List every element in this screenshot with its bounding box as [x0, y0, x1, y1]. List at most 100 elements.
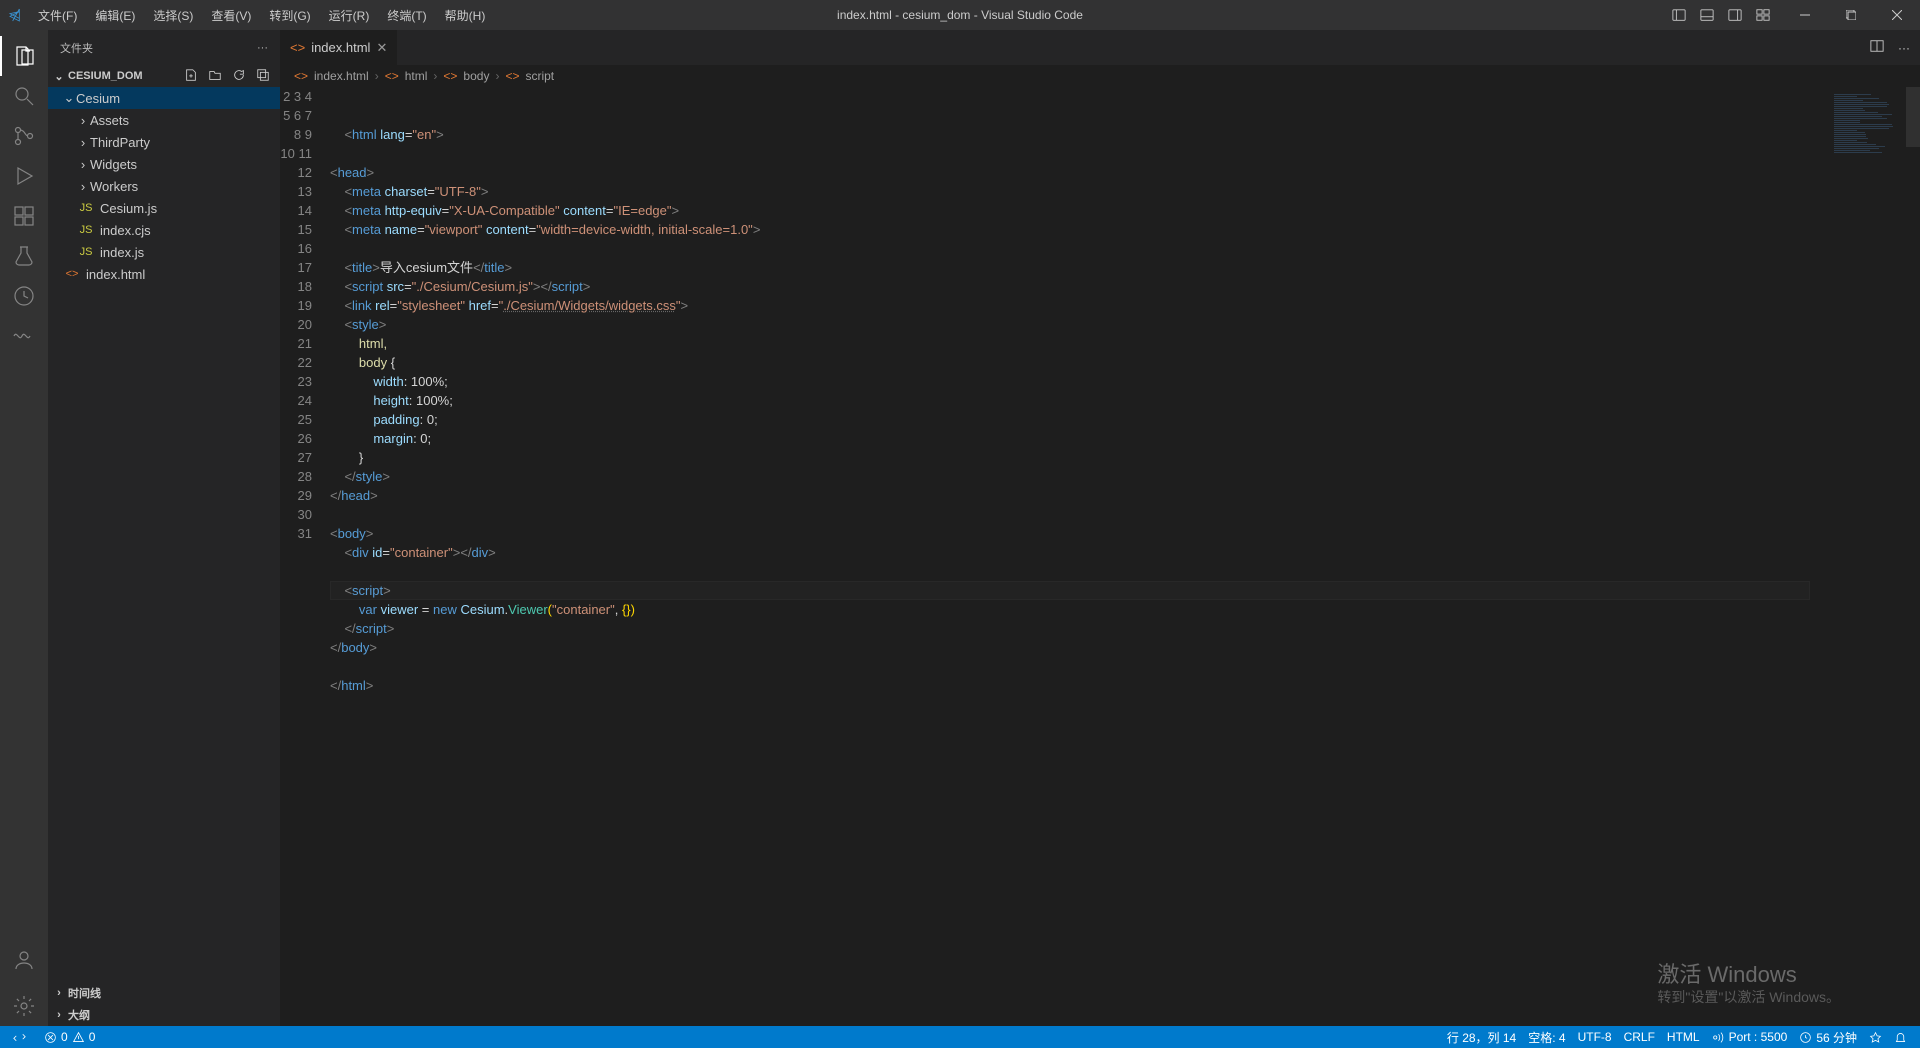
outline-header[interactable]: ›大纲 [48, 1004, 280, 1026]
maximize-button[interactable] [1828, 0, 1874, 30]
code-content[interactable]: <html lang="en"> <head> <meta charset="U… [330, 87, 1920, 1026]
tree-folder[interactable]: ›Assets [48, 109, 280, 131]
tree-folder[interactable]: ›Workers [48, 175, 280, 197]
breadcrumb[interactable]: <> index.html› <> html› <> body› <> scri… [280, 65, 1920, 87]
error-count: 0 [61, 1030, 68, 1044]
refresh-icon[interactable] [232, 68, 246, 85]
activity-wave-icon[interactable] [0, 316, 48, 356]
window-title: index.html - cesium_dom - Visual Studio … [837, 8, 1083, 22]
menu-goto[interactable]: 转到(G) [261, 3, 318, 28]
activity-debug-icon[interactable] [0, 156, 48, 196]
port-label: Port : 5500 [1729, 1030, 1788, 1044]
breadcrumb-item[interactable]: index.html [314, 69, 369, 83]
activity-explorer-icon[interactable] [0, 36, 48, 76]
html-file-icon: <> [294, 69, 308, 83]
tag-icon: <> [505, 69, 519, 83]
tab-bar: <> index.html ✕ ··· [280, 30, 1920, 65]
customize-layout-icon[interactable] [1756, 8, 1770, 22]
menu-edit[interactable]: 编辑(E) [87, 3, 143, 28]
tree-folder-cesium[interactable]: ⌄ Cesium [48, 87, 280, 109]
tree-label: Cesium.js [100, 201, 157, 216]
html-file-icon: <> [290, 40, 305, 55]
notifications-icon[interactable] [1889, 1026, 1912, 1048]
menu-file[interactable]: 文件(F) [30, 3, 85, 28]
tab-label: index.html [311, 40, 370, 55]
chevron-down-icon: ⌄ [52, 70, 66, 83]
language-indicator[interactable]: HTML [1662, 1026, 1705, 1048]
chevron-right-icon: › [76, 157, 90, 172]
root-label: CESIUM_DOM [68, 70, 143, 82]
activity-account-icon[interactable] [0, 940, 48, 980]
activity-settings-icon[interactable] [0, 986, 48, 1026]
live-server-indicator[interactable]: Port : 5500 [1707, 1026, 1793, 1048]
activity-search-icon[interactable] [0, 76, 48, 116]
menu-terminal[interactable]: 终端(T) [379, 3, 434, 28]
breadcrumb-item[interactable]: html [405, 69, 428, 83]
menu-run[interactable]: 运行(R) [321, 3, 378, 28]
remote-indicator[interactable] [8, 1026, 31, 1048]
menu-view[interactable]: 查看(V) [203, 3, 259, 28]
tree-file[interactable]: JSindex.js [48, 241, 280, 263]
problems-indicator[interactable]: 0 0 [39, 1026, 100, 1048]
scrollbar[interactable] [1906, 87, 1920, 1026]
tag-icon: <> [443, 69, 457, 83]
feedback-icon[interactable] [1864, 1026, 1887, 1048]
menu-select[interactable]: 选择(S) [145, 3, 201, 28]
minimap[interactable] [1806, 87, 1906, 1026]
cursor-position[interactable]: 行 28，列 14 [1442, 1026, 1521, 1048]
chevron-right-icon: › [52, 1009, 66, 1021]
outline-label: 大纲 [68, 1007, 90, 1023]
tree-label: ThirdParty [90, 135, 150, 150]
close-icon[interactable]: ✕ [376, 40, 387, 56]
tree-file[interactable]: JSCesium.js [48, 197, 280, 219]
collapse-all-icon[interactable] [256, 68, 270, 85]
time-tracker[interactable]: 56 分钟 [1794, 1026, 1862, 1048]
activity-history-icon[interactable] [0, 276, 48, 316]
explorer-sidebar: 文件夹 ··· ⌄ CESIUM_DOM ⌄ Cesium ›Assets ›T… [48, 30, 280, 1026]
activity-extensions-icon[interactable] [0, 196, 48, 236]
toggle-primary-sidebar-icon[interactable] [1672, 8, 1686, 22]
more-icon[interactable]: ··· [257, 42, 268, 54]
timer-label: 56 分钟 [1816, 1029, 1857, 1046]
sidebar-title-label: 文件夹 [60, 40, 93, 56]
scrollbar-thumb[interactable] [1906, 87, 1920, 147]
folder-root-header[interactable]: ⌄ CESIUM_DOM [48, 65, 280, 87]
tree-label: Widgets [90, 157, 137, 172]
eol-indicator[interactable]: CRLF [1619, 1026, 1660, 1048]
activity-scm-icon[interactable] [0, 116, 48, 156]
menu-help[interactable]: 帮助(H) [437, 3, 494, 28]
minimize-button[interactable] [1782, 0, 1828, 30]
toggle-panel-icon[interactable] [1700, 8, 1714, 22]
tree-label: Cesium [76, 91, 120, 106]
chevron-right-icon: › [76, 113, 90, 128]
editor-group: <> index.html ✕ ··· <> index.html› <> ht… [280, 30, 1920, 1026]
tree-label: index.cjs [100, 223, 151, 238]
chevron-right-icon: › [76, 135, 90, 150]
js-file-icon: JS [78, 222, 94, 238]
more-actions-icon[interactable]: ··· [1898, 41, 1910, 55]
tree-folder[interactable]: ›ThirdParty [48, 131, 280, 153]
chevron-right-icon: › [76, 179, 90, 194]
toggle-secondary-sidebar-icon[interactable] [1728, 8, 1742, 22]
tab-index-html[interactable]: <> index.html ✕ [280, 30, 398, 65]
tree-folder[interactable]: ›Widgets [48, 153, 280, 175]
code-editor[interactable]: 2 3 4 5 6 7 8 9 10 11 12 13 14 15 16 17 … [280, 87, 1920, 1026]
activity-testing-icon[interactable] [0, 236, 48, 276]
indent-indicator[interactable]: 空格: 4 [1523, 1026, 1570, 1048]
close-button[interactable] [1874, 0, 1920, 30]
split-editor-icon[interactable] [1870, 39, 1884, 56]
title-bar: 文件(F) 编辑(E) 选择(S) 查看(V) 转到(G) 运行(R) 终端(T… [0, 0, 1920, 30]
encoding-indicator[interactable]: UTF-8 [1573, 1026, 1617, 1048]
breadcrumb-item[interactable]: script [525, 69, 554, 83]
new-folder-icon[interactable] [208, 68, 222, 85]
timeline-header[interactable]: ›时间线 [48, 982, 280, 1004]
tree-file[interactable]: JS index.cjs [48, 219, 280, 241]
sidebar-title: 文件夹 ··· [48, 30, 280, 65]
activity-bar [0, 30, 48, 1026]
tree-label: index.html [86, 267, 145, 282]
status-bar: 0 0 行 28，列 14 空格: 4 UTF-8 CRLF HTML Port… [0, 1026, 1920, 1048]
tree-label: index.js [100, 245, 144, 260]
breadcrumb-item[interactable]: body [463, 69, 489, 83]
new-file-icon[interactable] [184, 68, 198, 85]
tree-file-index-html[interactable]: <>index.html [48, 263, 280, 285]
